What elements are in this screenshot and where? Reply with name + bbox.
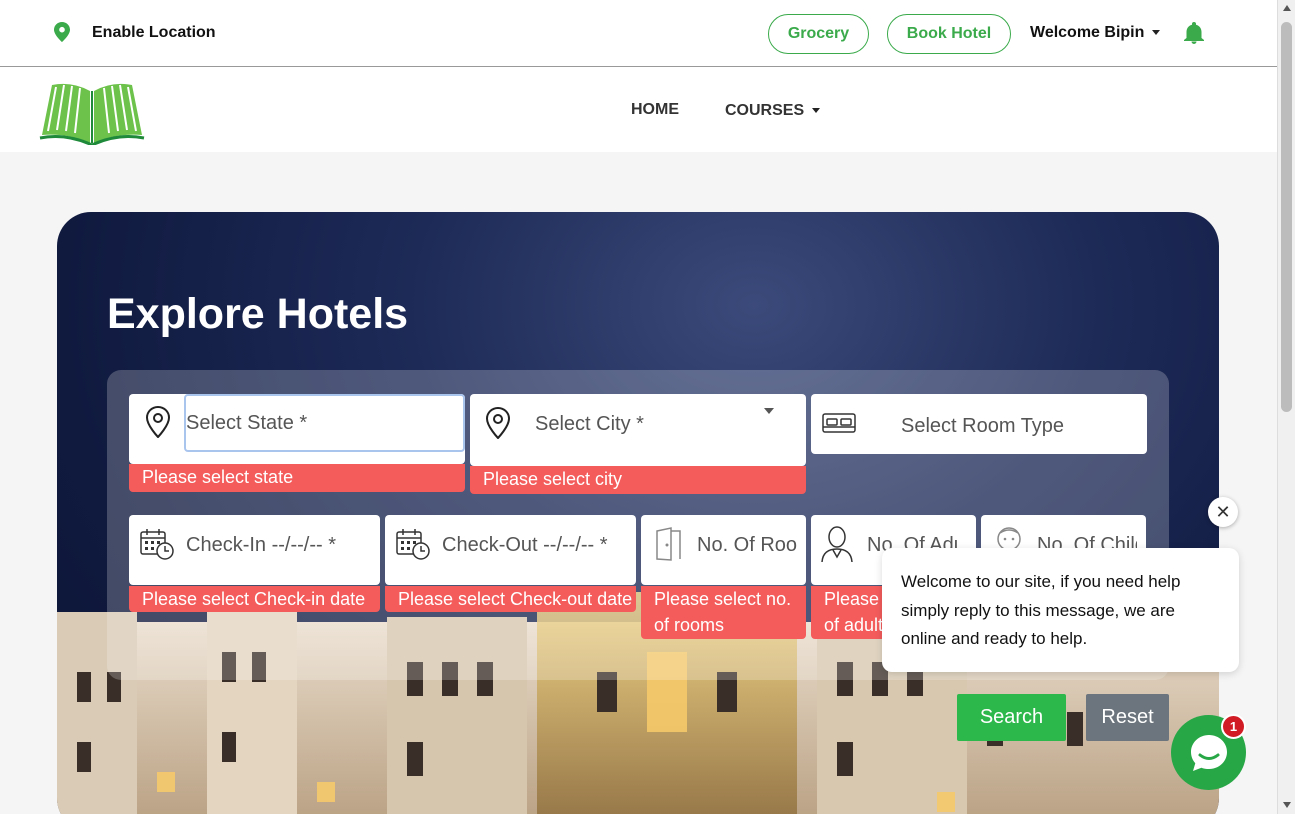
close-icon[interactable]: ✕ [1208, 497, 1238, 527]
city-placeholder: Select City * [535, 413, 644, 435]
checkin-error: Please select Check-in date [129, 586, 380, 612]
bell-icon[interactable] [1184, 22, 1204, 44]
checkin-input[interactable]: Check-In --/--/-- * [129, 515, 380, 585]
checkout-placeholder: Check-Out --/--/-- * [442, 534, 608, 556]
chevron-down-icon [1152, 30, 1161, 36]
scroll-thumb[interactable] [1281, 22, 1292, 412]
book-hotel-button[interactable]: Book Hotel [887, 14, 1011, 54]
state-select[interactable]: Select State * [129, 394, 465, 464]
state-error: Please select state [129, 464, 465, 492]
nav-courses-label: COURSES [725, 102, 805, 119]
chevron-down-icon [812, 108, 821, 114]
nav-courses[interactable]: COURSES [725, 102, 821, 120]
notification-badge: 1 [1221, 714, 1246, 739]
bed-icon [822, 413, 856, 433]
map-pin-icon [145, 406, 171, 438]
room-type-placeholder: Select Room Type [901, 415, 1065, 437]
nav-home[interactable]: HOME [631, 101, 679, 119]
checkin-placeholder: Check-In --/--/-- * [186, 534, 336, 556]
page-scrollbar[interactable] [1277, 0, 1295, 814]
calendar-clock-icon [396, 529, 430, 560]
reset-button[interactable]: Reset [1086, 694, 1169, 741]
person-icon [821, 526, 853, 563]
location-pin-icon[interactable] [54, 22, 70, 42]
page-title: Explore Hotels [107, 290, 409, 338]
chat-icon [1190, 734, 1227, 771]
rooms-error-line2: of rooms [654, 615, 725, 635]
checkout-error: Please select Check-out date [385, 586, 636, 612]
rooms-input[interactable]: No. Of Rooms [641, 515, 806, 585]
rooms-error: Please select no. of rooms [641, 586, 806, 639]
state-placeholder: Select State * [186, 412, 308, 434]
welcome-label: Welcome Bipin [1030, 24, 1145, 41]
rooms-error-line1: Please select no. [654, 589, 792, 609]
city-error: Please select city [470, 466, 806, 494]
door-icon [656, 527, 681, 561]
chevron-down-icon[interactable] [764, 408, 774, 414]
city-select[interactable]: Select City * [470, 394, 806, 466]
checkout-input[interactable]: Check-Out --/--/-- * [385, 515, 636, 585]
chat-welcome-message[interactable]: Welcome to our site, if you need help si… [882, 548, 1239, 672]
rooms-placeholder: No. Of Rooms [697, 534, 797, 556]
grocery-button[interactable]: Grocery [768, 14, 869, 54]
top-bar: Enable Location Grocery Book Hotel Welco… [0, 0, 1277, 67]
scroll-down-icon[interactable] [1283, 802, 1291, 808]
enable-location-link[interactable]: Enable Location [92, 24, 216, 42]
map-pin-icon [485, 407, 511, 439]
book-logo-icon[interactable] [38, 75, 146, 145]
room-type-select[interactable]: Select Room Type [811, 394, 1147, 454]
search-button[interactable]: Search [957, 694, 1066, 741]
user-menu-toggle[interactable]: Welcome Bipin [1030, 24, 1161, 42]
calendar-clock-icon [140, 529, 174, 560]
scroll-up-icon[interactable] [1283, 5, 1291, 11]
main-nav: HOME COURSES [0, 67, 1277, 152]
